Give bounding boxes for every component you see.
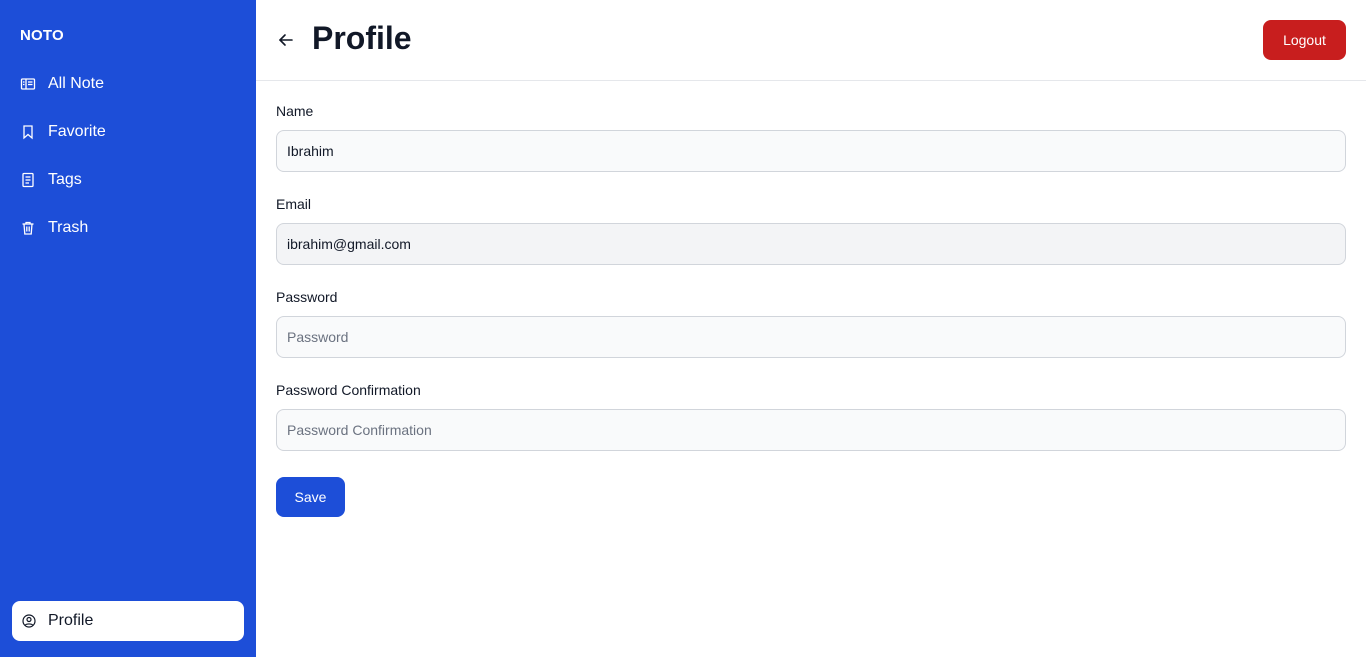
sidebar-nav: All Note Favorite Tags Trash <box>0 60 256 252</box>
password-confirmation-field-group: Password Confirmation <box>276 380 1346 451</box>
name-label: Name <box>276 103 314 119</box>
name-field-group: Name <box>276 101 1346 172</box>
sidebar-item-label: Profile <box>48 612 94 629</box>
arrow-left-icon <box>279 34 293 46</box>
app-root: NOTO All Note Favorite Tags Trash Profil… <box>0 0 1366 657</box>
email-input <box>276 223 1346 265</box>
notebook-icon <box>20 76 36 92</box>
user-circle-icon <box>22 614 36 628</box>
sidebar-item-label: Tags <box>48 171 82 188</box>
main-content: Profile Logout Name Email Password Passw… <box>256 0 1366 657</box>
email-label: Email <box>276 196 312 212</box>
password-field-group: Password <box>276 287 1346 358</box>
page-title: Profile <box>312 20 412 56</box>
brand-logo: NOTO <box>20 27 64 44</box>
sidebar-item-trash[interactable]: Trash <box>0 204 256 252</box>
sidebar-item-profile[interactable]: Profile <box>12 601 244 641</box>
bookmark-icon <box>20 124 36 140</box>
password-confirmation-label: Password Confirmation <box>276 382 421 398</box>
password-confirmation-input[interactable] <box>276 409 1346 451</box>
tags-icon <box>20 172 36 188</box>
sidebar-item-label: Trash <box>48 219 89 236</box>
sidebar-item-all-note[interactable]: All Note <box>0 60 256 108</box>
name-input[interactable] <box>276 130 1346 172</box>
logout-button[interactable]: Logout <box>1263 20 1346 60</box>
email-field-group: Email <box>276 194 1346 265</box>
sidebar-item-label: Favorite <box>48 123 106 140</box>
sidebar-item-tags[interactable]: Tags <box>0 156 256 204</box>
password-input[interactable] <box>276 316 1346 358</box>
back-button[interactable] <box>276 30 296 50</box>
save-button[interactable]: Save <box>276 477 345 517</box>
password-label: Password <box>276 289 338 305</box>
trash-icon <box>20 220 36 236</box>
sidebar-item-favorite[interactable]: Favorite <box>0 108 256 156</box>
page-header: Profile Logout <box>256 0 1366 81</box>
profile-form: Name Email Password Password Confirmatio… <box>276 101 1346 473</box>
sidebar: NOTO All Note Favorite Tags Trash Profil… <box>0 0 256 657</box>
sidebar-item-label: All Note <box>48 75 105 92</box>
